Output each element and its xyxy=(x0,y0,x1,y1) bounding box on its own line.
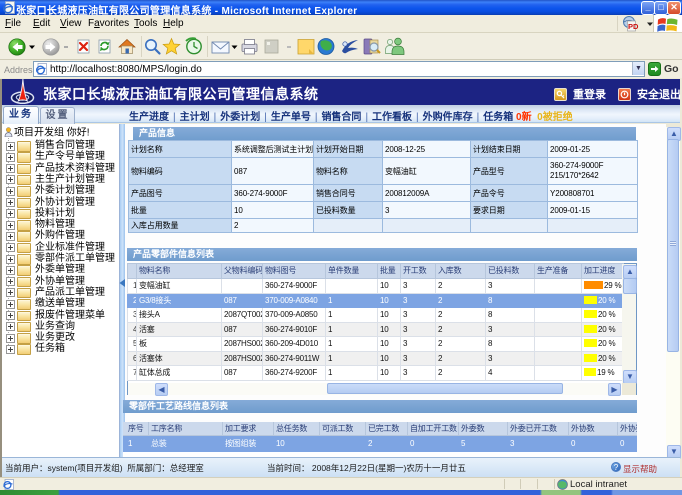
svg-text:PD: PD xyxy=(628,22,639,31)
